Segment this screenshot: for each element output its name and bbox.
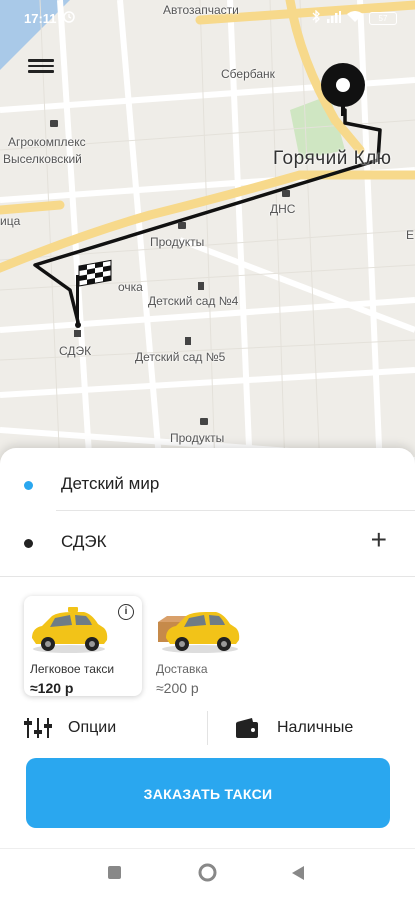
- back-icon[interactable]: [292, 866, 304, 885]
- pickup-address: Детский мир: [61, 474, 160, 493]
- divider: [207, 711, 208, 745]
- options-label: Опции: [68, 719, 117, 736]
- map-label-kindergarten-5: Детский сад №5: [135, 350, 226, 364]
- map-label-city: Горячий Клю: [273, 148, 392, 169]
- map-label-kindergarten-4: Детский сад №4: [148, 294, 239, 308]
- options-row: Опции Наличные: [0, 703, 415, 753]
- tariff-name: Легковое такси: [30, 662, 115, 676]
- map-label-products: Продукты: [150, 235, 205, 249]
- tariff-price: ≈200 р: [156, 680, 199, 696]
- payment-label: Наличные: [277, 719, 354, 736]
- map-label-agrocomplex: Агрокомплекс: [8, 135, 86, 149]
- map-label-dns: ДНС: [270, 202, 296, 216]
- hamburger-line: [28, 70, 54, 73]
- bluetooth-icon: [312, 9, 321, 26]
- menu-button[interactable]: [28, 56, 54, 76]
- hamburger-icon: [28, 59, 54, 62]
- tariff-car[interactable]: i Легковое такси ≈120 р: [24, 596, 142, 696]
- tariff-list: i Легковое такси ≈120 р Доставка ≈200 р: [0, 588, 415, 698]
- signal-icon: [327, 10, 341, 26]
- map-label-sdek: СДЭК: [59, 344, 92, 358]
- map-canvas: [0, 0, 415, 470]
- system-nav-bar: [0, 848, 415, 900]
- recents-icon[interactable]: [108, 866, 121, 884]
- order-sheet: Детский мир СДЭК + i Легковое такси ≈120…: [0, 448, 415, 900]
- tariff-price: ≈120 р: [30, 680, 74, 696]
- map-label-products-2: Продукты: [170, 431, 225, 445]
- tariff-delivery[interactable]: Доставка ≈200 р: [150, 596, 268, 696]
- destination-dot-icon: [24, 539, 33, 548]
- pickup-dot-icon: [24, 481, 33, 490]
- taxi-car-icon: [32, 607, 108, 653]
- wallet-icon: [236, 718, 258, 738]
- info-icon[interactable]: i: [118, 604, 134, 620]
- map-label-street: ица: [0, 214, 21, 228]
- map-label-edge: Е: [406, 228, 415, 242]
- battery-icon: 57: [369, 11, 397, 25]
- options-button[interactable]: Опции: [24, 703, 116, 753]
- order-taxi-button[interactable]: ЗАКАЗАТЬ ТАКСИ: [26, 758, 390, 828]
- status-time: 17:11: [24, 11, 57, 26]
- status-bar: 17:11 57: [0, 0, 415, 34]
- sliders-icon: [24, 718, 52, 738]
- map-label-sberbank: Сбербанк: [221, 67, 275, 81]
- map-label-agrocomplex-2: Выселковский: [3, 152, 82, 166]
- delivery-car-icon: [158, 612, 240, 653]
- tariff-name: Доставка: [156, 662, 208, 676]
- home-icon[interactable]: [198, 863, 217, 887]
- payment-method-button[interactable]: Наличные: [235, 703, 353, 753]
- destination-address-row[interactable]: СДЭК +: [0, 512, 415, 570]
- map-view[interactable]: Автозапчасти Сбербанк Агрокомплекс Высел…: [0, 0, 415, 470]
- alarm-icon: [62, 9, 76, 26]
- divider: [0, 848, 415, 849]
- add-stop-icon[interactable]: +: [371, 526, 387, 554]
- map-label-pharmacy: очка: [118, 280, 143, 294]
- wifi-icon: [347, 10, 363, 26]
- pickup-address-row[interactable]: Детский мир: [0, 454, 415, 512]
- divider: [0, 576, 415, 577]
- destination-address: СДЭК: [61, 532, 107, 551]
- hamburger-line: [28, 64, 54, 67]
- divider: [56, 510, 415, 511]
